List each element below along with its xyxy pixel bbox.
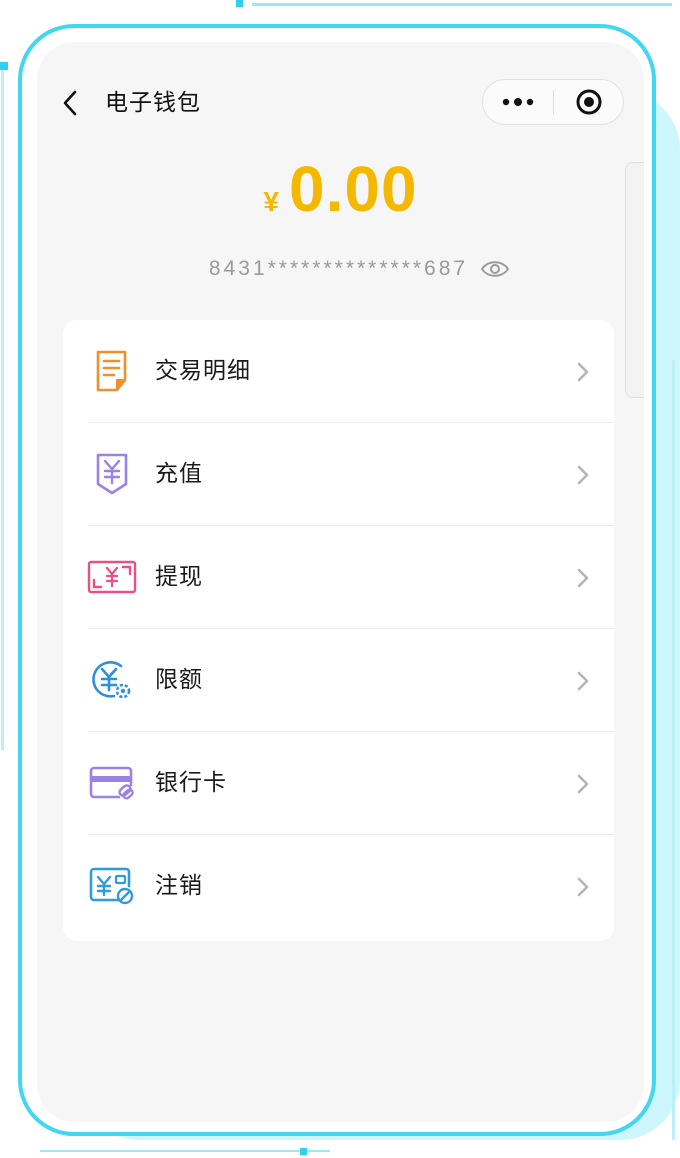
menu-item-bank-card[interactable]: 银行卡 <box>63 732 614 835</box>
currency-symbol: ¥ <box>263 186 279 217</box>
cancel-account-icon <box>87 862 137 910</box>
chevron-right-icon <box>573 566 593 590</box>
menu-item-label: 充值 <box>155 461 203 487</box>
chevron-right-icon <box>573 463 593 487</box>
balance-display: ¥ 0.00 <box>37 152 644 232</box>
menu-item-label: 交易明细 <box>155 358 251 384</box>
decorative-dot <box>236 0 243 7</box>
withdraw-icon <box>87 553 137 601</box>
decorative-line <box>252 3 672 6</box>
menu-item-label: 限额 <box>155 667 203 693</box>
menu-item-cancel-account[interactable]: 注销 <box>63 835 614 938</box>
wallet-menu: 交易明细 充值 提现 限额 银行卡 注销 <box>63 320 614 941</box>
card-number-row: 8431**************687 <box>37 254 644 284</box>
menu-item-label: 提现 <box>155 564 203 590</box>
decorative-line <box>1 70 4 750</box>
menu-item-label: 银行卡 <box>155 770 227 796</box>
limit-icon <box>87 656 137 704</box>
decorative-line <box>40 1150 330 1152</box>
more-dots-icon <box>502 98 534 106</box>
decorative-dot <box>0 62 8 70</box>
menu-item-recharge[interactable]: 充值 <box>63 423 614 526</box>
bank-card-icon <box>87 759 137 807</box>
receipt-icon <box>87 347 137 395</box>
menu-item-label: 注销 <box>155 873 203 899</box>
target-circle-icon <box>576 89 602 115</box>
chevron-right-icon <box>573 669 593 693</box>
decorative-line <box>672 360 675 1140</box>
menu-item-transactions[interactable]: 交易明细 <box>63 320 614 423</box>
chevron-right-icon <box>573 875 593 899</box>
chevron-right-icon <box>573 772 593 796</box>
menu-item-withdraw[interactable]: 提现 <box>63 526 614 629</box>
recharge-icon <box>87 450 137 498</box>
stage: 电子钱包 ¥ 0.00 8431**************687 交易明细 充… <box>0 0 680 1158</box>
balance-amount: 0.00 <box>289 153 418 225</box>
page-title: 电子钱包 <box>105 90 201 116</box>
more-options-button[interactable] <box>483 80 553 124</box>
masked-card-number: 8431**************687 <box>208 257 469 280</box>
back-arrow-icon[interactable] <box>55 86 85 120</box>
decorative-dot <box>300 1148 307 1155</box>
wallet-screen: 电子钱包 ¥ 0.00 8431**************687 交易明细 充… <box>37 42 644 1122</box>
eye-icon[interactable] <box>480 257 512 281</box>
mini-program-capsule <box>482 79 624 125</box>
menu-item-limit[interactable]: 限额 <box>63 629 614 732</box>
close-mini-program-button[interactable] <box>554 80 624 124</box>
chevron-right-icon <box>573 360 593 384</box>
